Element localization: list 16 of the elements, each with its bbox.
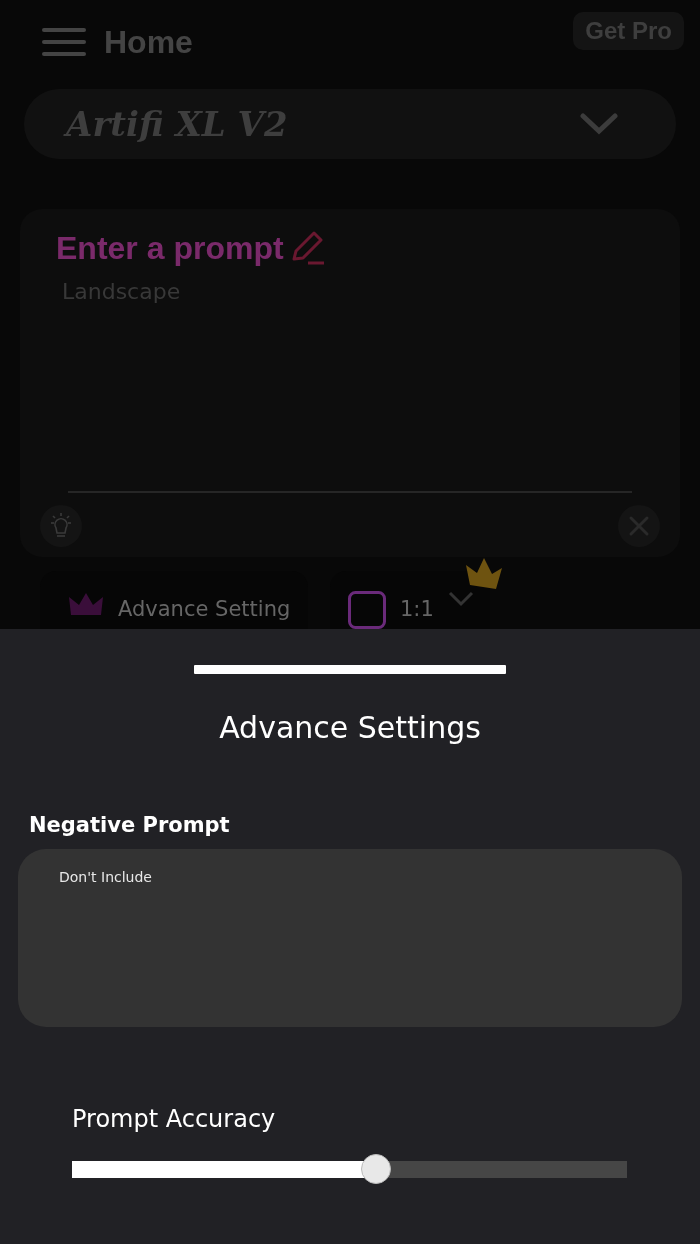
drag-handle[interactable] — [194, 665, 506, 674]
slider-track[interactable] — [72, 1161, 627, 1178]
page-title: Home — [104, 23, 193, 61]
crown-icon — [68, 591, 104, 617]
chevron-down-icon — [447, 591, 474, 607]
prompt-heading: Enter a prompt — [56, 229, 284, 267]
chevron-down-icon — [580, 113, 618, 135]
slider-label: Prompt Accuracy — [72, 1105, 277, 1133]
menu-icon[interactable] — [42, 27, 86, 57]
square-icon — [348, 591, 386, 629]
slider-thumb[interactable] — [361, 1154, 392, 1184]
negative-prompt-field[interactable]: Don't Include — [18, 849, 682, 1027]
clear-icon[interactable] — [618, 505, 660, 547]
sheet-title: Advance Settings — [219, 710, 481, 745]
lightbulb-icon[interactable] — [40, 505, 82, 547]
field-label: Negative Prompt — [29, 813, 231, 837]
